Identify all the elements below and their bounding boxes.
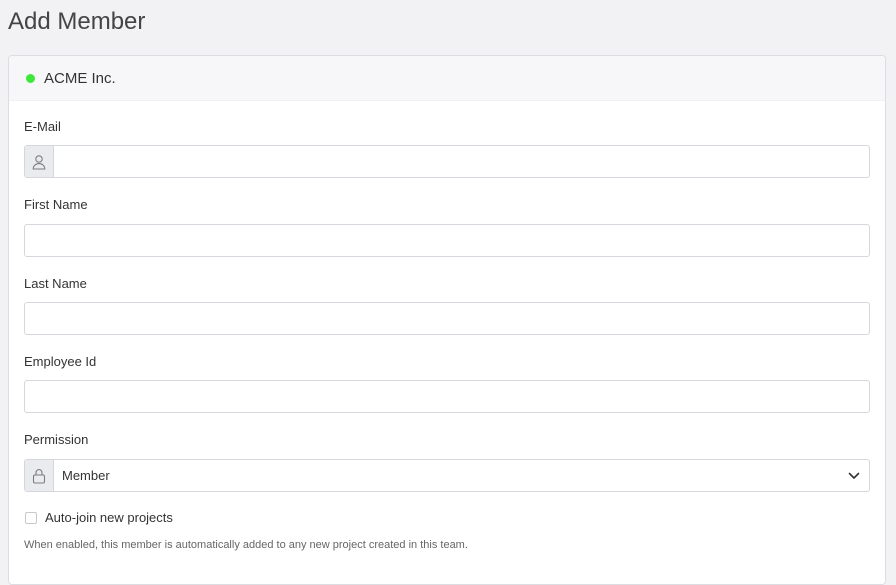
email-input[interactable] bbox=[54, 146, 869, 177]
status-dot bbox=[26, 73, 35, 83]
user-icon bbox=[25, 146, 54, 177]
auto-join-checkbox[interactable] bbox=[25, 512, 37, 524]
auto-join-label[interactable]: Auto-join new projects bbox=[45, 510, 173, 526]
last-name-label: Last Name bbox=[24, 276, 87, 291]
employee-id-label: Employee Id bbox=[24, 354, 97, 369]
email-label: E-Mail bbox=[24, 119, 61, 134]
email-input-group bbox=[24, 145, 870, 178]
add-member-card: ACME Inc. E-Mail First Name Last Name Em… bbox=[8, 55, 886, 585]
employee-id-input-group bbox=[24, 380, 870, 413]
first-name-input-group bbox=[24, 224, 870, 257]
lock-icon bbox=[25, 460, 54, 491]
permission-selected-value: Member bbox=[62, 468, 110, 483]
auto-join-help-text: When enabled, this member is automatical… bbox=[24, 539, 468, 551]
last-name-input[interactable] bbox=[25, 303, 869, 334]
first-name-input[interactable] bbox=[25, 225, 869, 256]
permission-select-group: Member bbox=[24, 459, 870, 492]
card-header: ACME Inc. bbox=[9, 56, 885, 101]
organization-name: ACME Inc. bbox=[44, 69, 116, 87]
permission-select[interactable]: Member bbox=[54, 460, 869, 491]
permission-label: Permission bbox=[24, 432, 89, 447]
employee-id-input[interactable] bbox=[25, 381, 869, 412]
first-name-label: First Name bbox=[24, 197, 88, 212]
chevron-down-icon bbox=[848, 468, 860, 483]
page-title: Add Member bbox=[8, 8, 146, 35]
last-name-input-group bbox=[24, 302, 870, 335]
